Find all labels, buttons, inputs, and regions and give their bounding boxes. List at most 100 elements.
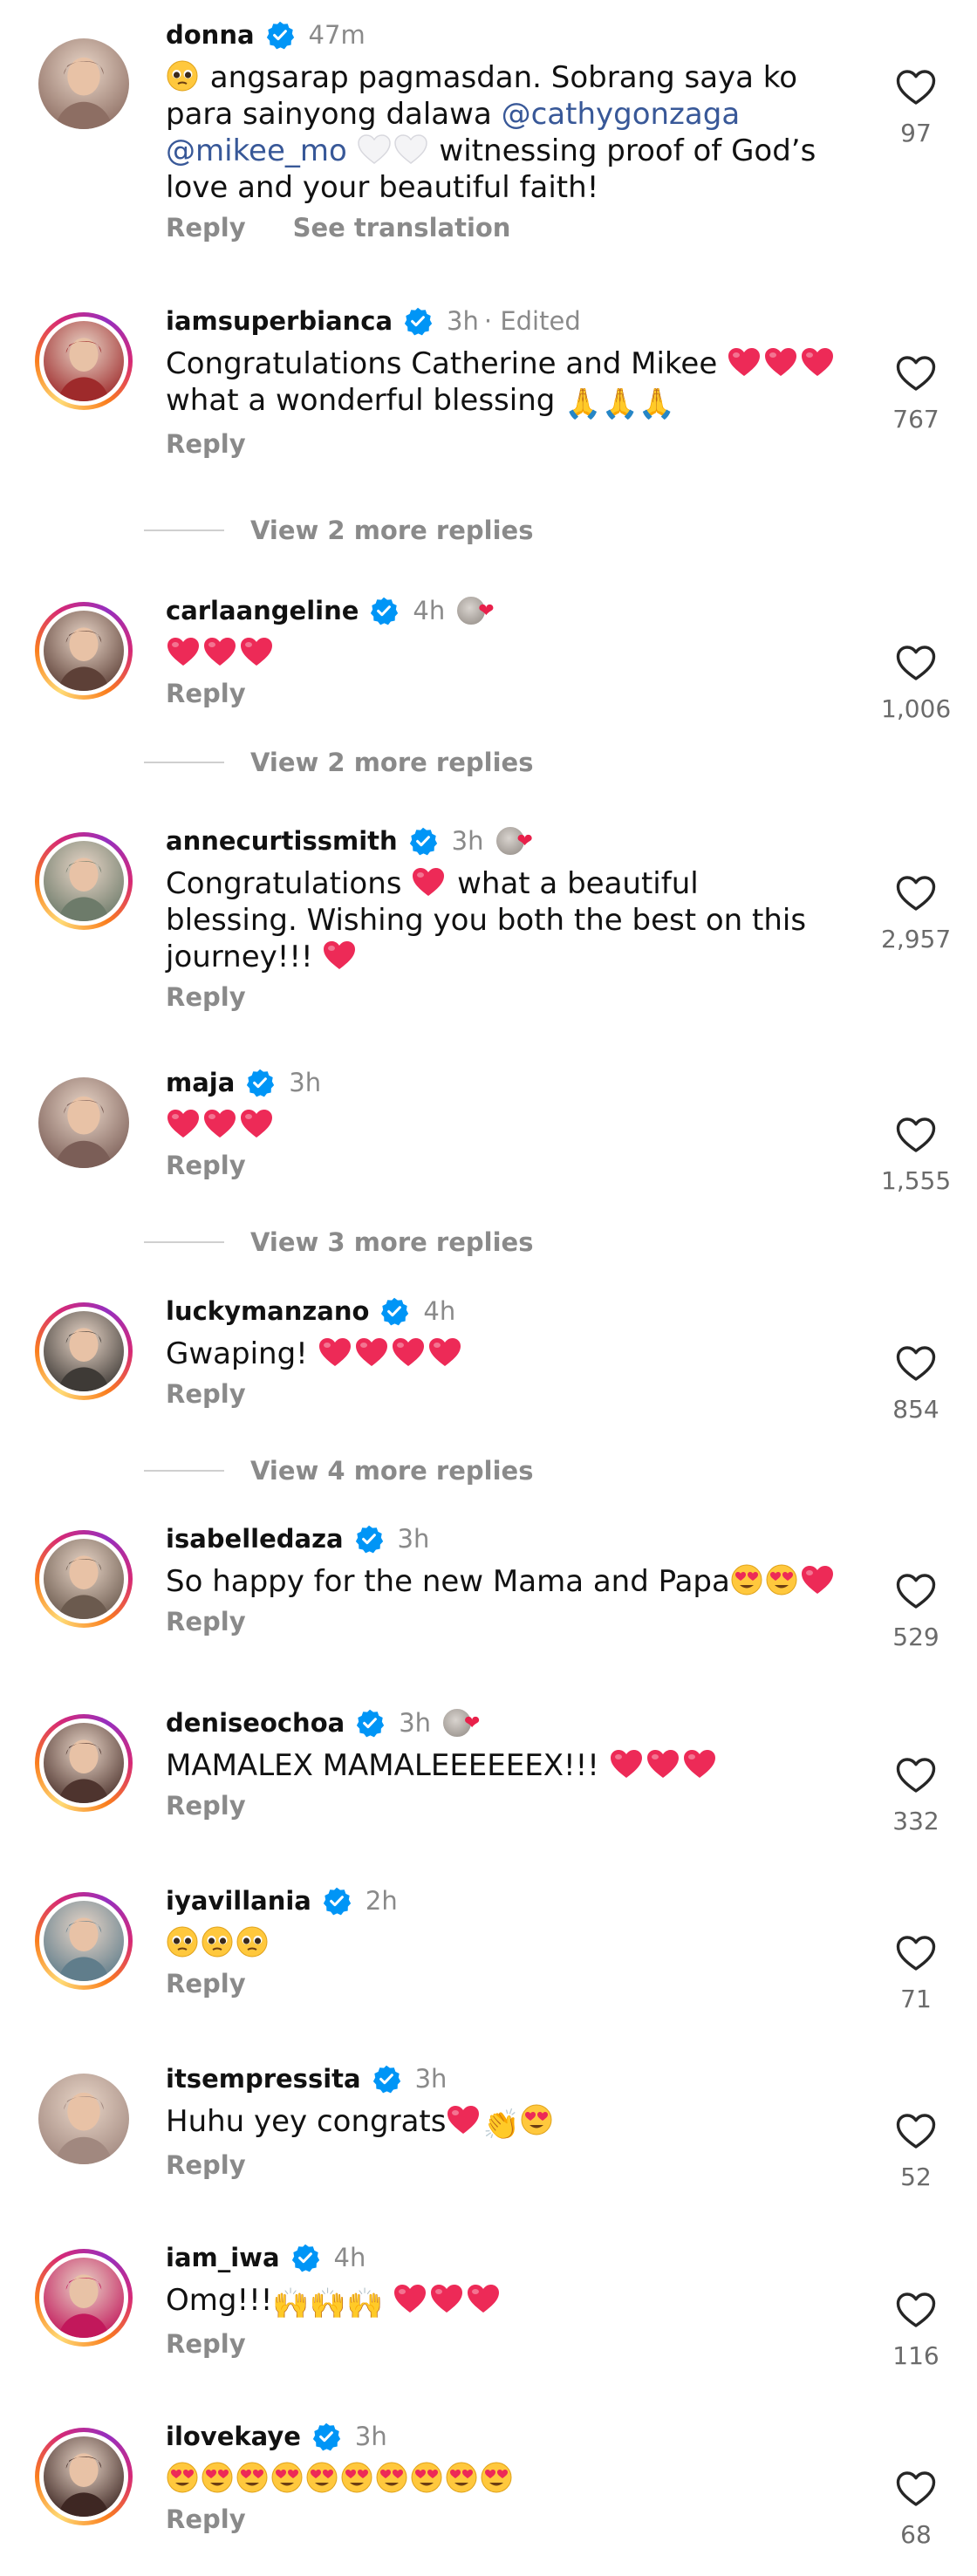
view-more-replies-button[interactable]: View 3 more replies (144, 1225, 533, 1260)
comment-username[interactable]: ilovekaye (166, 2422, 301, 2451)
red-heart-emoji (202, 636, 237, 667)
comment-text: Huhu yey congrats 👏 (166, 2103, 837, 2143)
reply-button[interactable]: Reply (166, 679, 246, 708)
red-heart-emoji (609, 1748, 644, 1780)
like-button[interactable]: 68 (881, 2470, 951, 2549)
red-heart-emoji (800, 1564, 835, 1595)
heart-outline-icon[interactable] (881, 2470, 951, 2508)
like-button[interactable]: 1,555 (881, 1116, 951, 1195)
comment-username[interactable]: luckymanzano (166, 1296, 369, 1326)
like-button[interactable]: 854 (881, 1344, 951, 1424)
avatar[interactable] (35, 602, 133, 700)
avatar[interactable] (35, 2249, 133, 2347)
like-button[interactable]: 52 (881, 2112, 951, 2191)
like-count: 1,006 (881, 694, 952, 723)
view-more-replies-button[interactable]: View 2 more replies (144, 745, 533, 780)
view-more-replies-label[interactable]: View 3 more replies (250, 1227, 533, 1257)
comment-time: 2h (365, 1886, 398, 1916)
heart-outline-icon[interactable] (881, 644, 951, 682)
comment-text: So happy for the new Mama and Papa (166, 1563, 837, 1600)
mention-link[interactable]: @mikee_mo (166, 133, 347, 168)
comment-time: 3h (414, 2064, 448, 2094)
avatar[interactable] (35, 1892, 133, 1990)
like-button[interactable]: 332 (881, 1756, 951, 1835)
avatar[interactable] (35, 832, 133, 930)
avatar[interactable] (35, 2070, 133, 2168)
reply-button[interactable]: Reply (166, 1969, 246, 1999)
like-button[interactable]: 529 (881, 1572, 951, 1651)
view-more-replies-label[interactable]: View 4 more replies (250, 1456, 533, 1486)
comment-time: 47m (308, 20, 366, 50)
like-count: 854 (892, 1395, 939, 1424)
heart-outline-icon[interactable] (881, 1116, 951, 1154)
verified-badge-icon (311, 2422, 341, 2451)
reply-button[interactable]: Reply (166, 1379, 246, 1409)
heart-outline-icon[interactable] (881, 1756, 951, 1794)
mention-link[interactable]: @cathygonzaga (502, 97, 741, 132)
heart-outline-icon[interactable] (881, 1934, 951, 1972)
heart-outline-icon[interactable] (881, 874, 951, 912)
emoji: 👏 (482, 2108, 520, 2142)
comment-username[interactable]: iyavillania (166, 1886, 311, 1916)
comment-username[interactable]: iamsuperbianca (166, 306, 393, 336)
view-more-replies-button[interactable]: View 4 more replies (144, 1453, 533, 1488)
verified-badge-icon (369, 596, 399, 625)
comment-username[interactable]: donna (166, 20, 255, 50)
like-button[interactable]: 767 (881, 354, 951, 434)
avatar[interactable] (35, 1714, 133, 1812)
avatar[interactable] (35, 1530, 133, 1628)
comment-time: 3h (289, 1068, 322, 1097)
avatar[interactable] (35, 312, 133, 410)
avatar[interactable] (35, 35, 133, 133)
heart-outline-icon[interactable] (881, 1344, 951, 1383)
comment-username[interactable]: itsempressita (166, 2064, 361, 2094)
comment-text: MAMALEX MAMALEEEEEEX!!! (166, 1747, 837, 1784)
reply-button[interactable]: Reply (166, 2329, 246, 2359)
reply-button[interactable]: Reply (166, 1607, 246, 1636)
verified-badge-icon (322, 1886, 352, 1916)
heart-eyes-emoji (375, 2461, 408, 2494)
verified-badge-icon (408, 826, 438, 856)
heart-eyes-emoji (730, 1563, 763, 1596)
comment-text (166, 1925, 837, 1962)
creator-liked-icon: ❤ (441, 1705, 488, 1740)
heart-eyes-emoji (305, 2461, 338, 2494)
like-button[interactable]: 97 (881, 68, 951, 147)
avatar[interactable] (35, 2428, 133, 2525)
reply-button[interactable]: Reply (166, 982, 246, 1012)
reply-button[interactable]: Reply (166, 429, 246, 459)
reply-button[interactable]: Reply (166, 1151, 246, 1180)
see-translation-button[interactable]: See translation (293, 213, 511, 243)
red-heart-emoji (318, 1336, 352, 1368)
reply-button[interactable]: Reply (166, 1791, 246, 1821)
view-more-replies-button[interactable]: View 2 more replies (144, 513, 533, 548)
comment-body: annecurtissmith 3h ❤ Congratulations what a… (166, 823, 837, 1012)
reply-button[interactable]: Reply (166, 2504, 246, 2534)
like-button[interactable]: 2,957 (881, 874, 951, 953)
comment-username[interactable]: maja (166, 1068, 235, 1097)
heart-outline-icon[interactable] (881, 2291, 951, 2329)
heart-outline-icon[interactable] (881, 354, 951, 393)
like-button[interactable]: 1,006 (881, 644, 951, 723)
comment-username[interactable]: deniseochoa (166, 1708, 345, 1738)
heart-outline-icon[interactable] (881, 2112, 951, 2150)
comment-username[interactable]: iam_iwa (166, 2243, 280, 2272)
heart-outline-icon[interactable] (881, 1572, 951, 1610)
avatar[interactable] (35, 1302, 133, 1400)
comment-time: 3h (354, 2422, 387, 2451)
comment-username[interactable]: annecurtissmith (166, 826, 398, 856)
red-heart-emoji (239, 636, 274, 667)
reply-button[interactable]: Reply (166, 213, 246, 243)
view-more-replies-label[interactable]: View 2 more replies (250, 516, 533, 545)
pleading-face-emoji (201, 1925, 234, 1958)
avatar[interactable] (35, 1074, 133, 1172)
comment-username[interactable]: isabelledaza (166, 1524, 344, 1554)
reply-button[interactable]: Reply (166, 2150, 246, 2180)
comment-username[interactable]: carlaangeline (166, 596, 359, 625)
view-more-replies-label[interactable]: View 2 more replies (250, 748, 533, 777)
heart-outline-icon[interactable] (881, 68, 951, 106)
like-button[interactable]: 71 (881, 1934, 951, 2013)
like-button[interactable]: 116 (881, 2291, 951, 2370)
edited-label: · Edited (483, 306, 581, 336)
heart-eyes-emoji (410, 2461, 443, 2494)
